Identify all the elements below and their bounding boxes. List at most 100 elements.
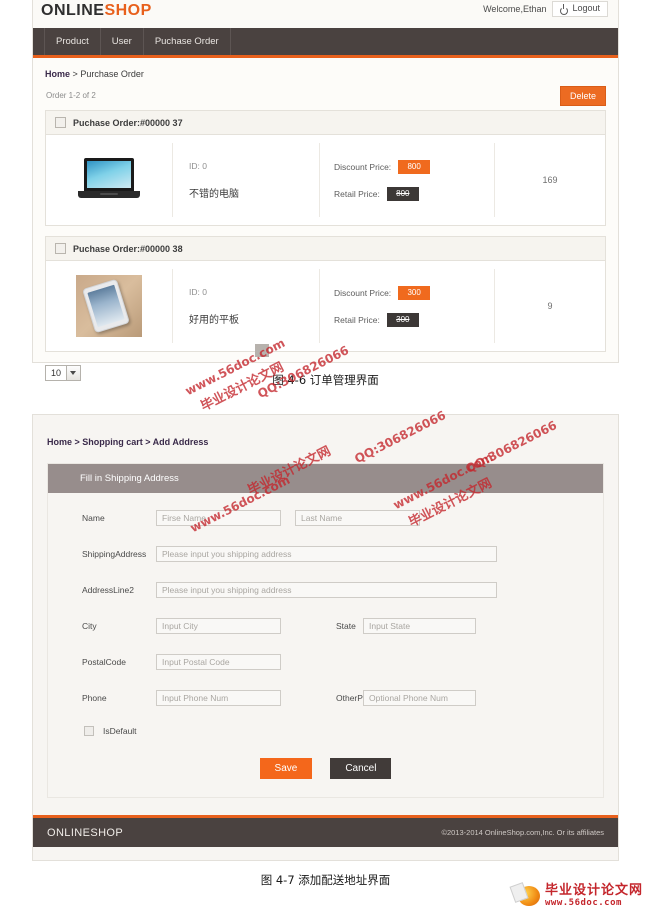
retail-price-label: Retail Price: bbox=[334, 314, 380, 325]
name-label: Name bbox=[82, 513, 105, 523]
quantity-cell: 9 bbox=[547, 301, 553, 311]
product-id: ID: 0 bbox=[189, 160, 207, 171]
quantity-cell: 169 bbox=[542, 175, 558, 185]
nav-item-user[interactable]: User bbox=[101, 28, 144, 55]
breadcrumb: Home > Shopping cart > Add Address bbox=[47, 437, 209, 447]
main-nav: Product User Puchase Order bbox=[33, 28, 618, 58]
power-icon bbox=[559, 4, 569, 15]
phone-label: Phone bbox=[82, 693, 107, 703]
site-logo-url: www.56doc.com bbox=[544, 898, 622, 908]
order-select-checkbox[interactable] bbox=[55, 243, 66, 254]
site-watermark-logo: 毕业设计论文网 www.56doc.com bbox=[517, 883, 643, 908]
form-row-city-state: City Input City State Input State bbox=[48, 618, 603, 634]
form-row-shipping-address: ShippingAddress Please input you shippin… bbox=[48, 546, 603, 562]
add-address-screenshot: Home > Shopping cart > Add Address Fill … bbox=[33, 415, 618, 860]
user-area: Welcome,Ethan Logout bbox=[483, 1, 608, 17]
breadcrumb-home-link[interactable]: Home bbox=[45, 69, 70, 79]
shipping-address-panel: Fill in Shipping Address Name Firse Name… bbox=[47, 463, 604, 798]
save-button[interactable]: Save bbox=[259, 758, 313, 779]
logout-button[interactable]: Logout bbox=[552, 1, 608, 17]
site-logo: ONLINESHOP bbox=[41, 2, 152, 20]
product-thumbnail-cell bbox=[46, 143, 173, 217]
form-row-postal-code: PostalCode Input Postal Code bbox=[48, 654, 603, 670]
discount-price-badge: 800 bbox=[398, 159, 431, 174]
is-default-row[interactable]: IsDefault bbox=[48, 726, 603, 736]
form-actions: Save Cancel bbox=[48, 758, 603, 779]
product-info-cell: ID: 0 不错的电脑 bbox=[173, 143, 320, 217]
order-title: Puchase Order:#00000 38 bbox=[73, 243, 183, 254]
shipping-address-label: ShippingAddress bbox=[82, 549, 147, 559]
order-header: Puchase Order:#00000 37 bbox=[46, 111, 605, 135]
site-logo-title: 毕业设计论文网 bbox=[544, 883, 643, 898]
product-price-cell: Discount Price: 300 Retail Price: 300 bbox=[320, 269, 495, 343]
order-title: Puchase Order:#00000 37 bbox=[73, 117, 183, 128]
retail-price-badge: 300 bbox=[386, 312, 419, 327]
product-name: 好用的平板 bbox=[189, 314, 239, 326]
discount-price-label: Discount Price: bbox=[334, 161, 392, 172]
order-card: Puchase Order:#00000 38 ID: 0 好用的平板 Disc… bbox=[45, 236, 606, 352]
logo-ball-icon bbox=[517, 886, 540, 906]
address-line2-label: AddressLine2 bbox=[82, 585, 134, 595]
order-management-screenshot: ONLINESHOP Welcome,Ethan Logout Product … bbox=[33, 0, 618, 381]
breadcrumb: Home > Purchase Order bbox=[45, 69, 606, 79]
product-id: ID: 0 bbox=[189, 286, 207, 297]
welcome-text: Welcome,Ethan bbox=[483, 4, 547, 14]
postal-code-label: PostalCode bbox=[82, 657, 126, 667]
product-name: 不错的电脑 bbox=[189, 188, 239, 200]
tablet-image bbox=[76, 275, 142, 337]
shipping-address-input[interactable]: Please input you shipping address bbox=[156, 546, 497, 562]
city-input[interactable]: Input City bbox=[156, 618, 281, 634]
breadcrumb-separator: > bbox=[72, 69, 78, 79]
brand-shop-text: SHOP bbox=[104, 2, 152, 19]
breadcrumb-current: Purchase Order bbox=[80, 69, 144, 79]
phone-input[interactable]: Input Phone Num bbox=[156, 690, 281, 706]
delete-button[interactable]: Delete bbox=[559, 86, 606, 106]
discount-price-row: Discount Price: 300 bbox=[334, 285, 494, 300]
form-row-name: Name Firse Name Last Name bbox=[48, 510, 603, 526]
cancel-button[interactable]: Cancel bbox=[330, 758, 392, 779]
panel-title: Fill in Shipping Address bbox=[48, 464, 603, 493]
is-default-checkbox[interactable] bbox=[84, 726, 94, 736]
other-phone-label: OtherPhone bbox=[336, 693, 382, 703]
retail-price-row: Retail Price: 300 bbox=[334, 312, 494, 327]
address-form: Name Firse Name Last Name ShippingAddres… bbox=[48, 493, 603, 797]
is-default-label: IsDefault bbox=[103, 726, 137, 736]
product-price-cell: Discount Price: 800 Retail Price: 800 bbox=[320, 143, 495, 217]
footer-brand: ONLINESHOP bbox=[47, 826, 124, 839]
site-header: ONLINESHOP Welcome,Ethan Logout bbox=[33, 0, 618, 28]
last-name-input[interactable]: Last Name bbox=[295, 510, 420, 526]
order-body: ID: 0 好用的平板 Discount Price: 300 Retail P… bbox=[46, 261, 605, 351]
order-header: Puchase Order:#00000 38 bbox=[46, 237, 605, 261]
discount-price-label: Discount Price: bbox=[334, 287, 392, 298]
brand-online-text: ONLINE bbox=[41, 2, 105, 19]
order-count-text: Order 1-2 of 2 bbox=[46, 91, 96, 100]
other-phone-input[interactable]: Optional Phone Num bbox=[363, 690, 476, 706]
form-row-address-line-2: AddressLine2 Please input you shipping a… bbox=[48, 582, 603, 598]
product-info-cell: ID: 0 好用的平板 bbox=[173, 269, 320, 343]
discount-price-badge: 300 bbox=[398, 285, 431, 300]
footer-copyright: ©2013-2014 OnlineShop.com,Inc. Or its af… bbox=[441, 828, 604, 837]
form-row-phone: Phone Input Phone Num OtherPhone Optiona… bbox=[48, 690, 603, 706]
order-card: Puchase Order:#00000 37 ID: 0 不错的电脑 Disc… bbox=[45, 110, 606, 226]
retail-price-label: Retail Price: bbox=[334, 188, 380, 199]
product-thumbnail-cell bbox=[46, 269, 173, 343]
order-select-checkbox[interactable] bbox=[55, 117, 66, 128]
laptop-image bbox=[78, 158, 140, 202]
city-label: City bbox=[82, 621, 97, 631]
nav-item-product[interactable]: Product bbox=[44, 28, 101, 55]
order-body: ID: 0 不错的电脑 Discount Price: 800 Retail P… bbox=[46, 135, 605, 225]
first-name-input[interactable]: Firse Name bbox=[156, 510, 281, 526]
logout-label: Logout bbox=[572, 3, 600, 13]
breadcrumb-area: Home > Purchase Order Order 1-2 of 2 bbox=[33, 58, 618, 100]
site-footer: ONLINESHOP ©2013-2014 OnlineShop.com,Inc… bbox=[33, 815, 618, 847]
retail-price-row: Retail Price: 800 bbox=[334, 186, 494, 201]
figure-caption-4-6: 图 4-6 订单管理界面 bbox=[272, 373, 379, 387]
postal-code-input[interactable]: Input Postal Code bbox=[156, 654, 281, 670]
state-label: State bbox=[336, 621, 356, 631]
retail-price-badge: 800 bbox=[386, 186, 419, 201]
state-input[interactable]: Input State bbox=[363, 618, 476, 634]
scan-artifact bbox=[255, 344, 269, 357]
nav-item-purchase-order[interactable]: Puchase Order bbox=[144, 28, 231, 55]
address-line2-input[interactable]: Please input you shipping address bbox=[156, 582, 497, 598]
discount-price-row: Discount Price: 800 bbox=[334, 159, 494, 174]
